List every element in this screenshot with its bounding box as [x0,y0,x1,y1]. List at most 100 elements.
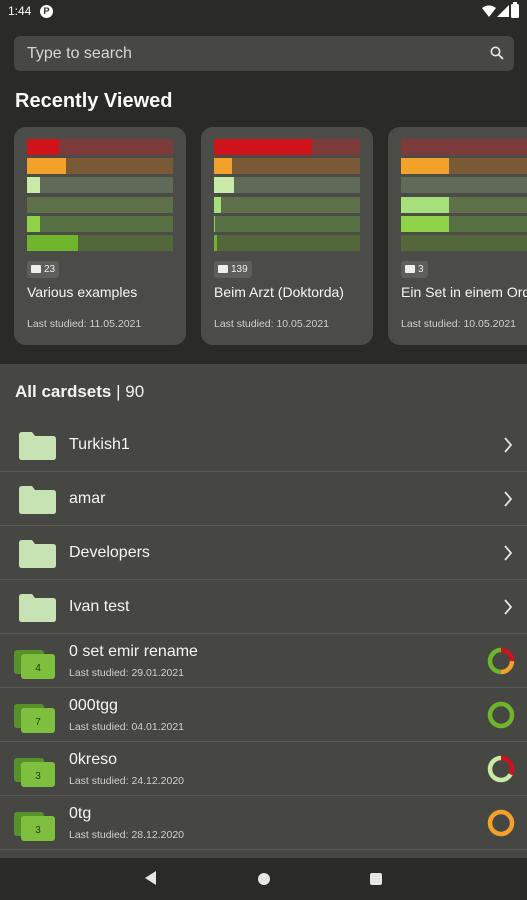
level-bar-track [312,139,360,155]
recent-card[interactable]: 23 Various examples Last studied: 11.05.… [14,127,186,345]
progress-ring-icon [487,701,515,729]
level-bar-fill [214,196,221,213]
folder-row[interactable]: Developers [0,526,527,580]
back-icon[interactable] [145,871,157,885]
folder-name: Ivan test [69,598,130,615]
card-count-badge: 23 [27,261,60,278]
folder-icon [19,594,56,622]
cards-icon [31,265,41,273]
ring-segment [487,701,515,729]
level-bar [214,235,360,251]
level-bar [214,215,360,232]
level-bar [401,139,527,155]
cardset-count: 3 [35,825,41,836]
cardset-date: Last studied: 29.01.2021 [69,667,185,679]
level-bar-track [40,177,173,194]
cardset-date: Last studied: 04.01.2021 [69,721,185,733]
ring-segment [487,809,515,837]
recent-card[interactable]: 3 Ein Set in einem Ordner Last studied: … [388,127,527,345]
level-bar-track [449,196,527,213]
level-bar-track [401,139,527,155]
level-bar [401,235,527,251]
cardset-count: 4 [35,663,41,674]
card-count: 23 [44,264,56,275]
folder-row[interactable]: amar [0,472,527,526]
progress-ring-icon [487,809,515,837]
level-bar [401,215,527,232]
level-bar [27,158,173,175]
recent-card-date: Last studied: 11.05.2021 [27,318,142,330]
level-bar-fill [401,215,449,232]
level-bar-track [66,158,173,175]
level-bar [27,139,173,155]
recents-icon[interactable] [370,873,382,885]
cards-icon [405,265,415,273]
level-bar-fill [214,139,312,155]
cardset-icon: 3 [14,812,55,841]
level-bar-track [449,215,527,232]
cardset-count: 7 [35,717,41,728]
card-count: 139 [231,264,248,275]
folder-row[interactable]: Ivan test [0,580,527,634]
card-count: 3 [418,264,424,275]
folder-icon [19,486,56,514]
level-bar [401,196,527,213]
level-bar [27,196,173,213]
folder-name: Turkish1 [69,436,130,453]
cardset-row[interactable]: 7 000tgg Last studied: 04.01.2021 [0,688,527,742]
home-icon[interactable] [258,873,270,885]
cardset-row[interactable]: 4 0 set emir rename Last studied: 29.01.… [0,634,527,688]
level-bar [214,158,360,175]
level-bar-track [232,158,360,175]
chevron-right-icon [504,437,513,453]
level-bar-fill [214,177,234,194]
level-bar-fill [401,158,449,175]
level-bar-fill [27,215,40,232]
recent-card-title: Ein Set in einem Ordner [401,284,527,300]
folder-row[interactable]: Turkish1 [0,418,527,472]
cardset-icon: 4 [14,650,55,679]
folder-name: Developers [69,544,150,561]
level-bar-track [401,235,527,251]
level-bar-fill [27,177,40,194]
search-placeholder: Type to search [27,45,132,62]
chevron-right-icon [504,599,513,615]
search-icon[interactable] [490,46,504,60]
wifi-icon [482,5,496,17]
search-input[interactable]: Type to search [14,36,514,71]
all-cardsets-header: All cardsets | 90 [15,382,145,401]
cardset-row[interactable]: 3 0kreso Last studied: 24.12.2020 [0,742,527,796]
level-bar-track [449,158,527,175]
cards-icon [218,265,228,273]
cardset-name: 0tg [69,805,92,822]
level-bar-track [78,235,173,251]
level-bar-track [27,196,173,213]
level-bar-fill [27,139,59,155]
cardset-row[interactable]: 3 0tg Last studied: 28.12.2020 [0,796,527,850]
card-count-badge: 3 [401,261,428,278]
level-bar [214,177,360,194]
level-bar [214,196,360,213]
cardset-icon: 3 [14,758,55,787]
recent-card-date: Last studied: 10.05.2021 [401,318,517,330]
recent-card[interactable]: 139 Beim Arzt (Doktorda) Last studied: 1… [201,127,373,345]
navigation-bar [0,858,527,900]
folder-icon [19,540,56,568]
level-bar [27,215,173,232]
recently-viewed-title: Recently Viewed [15,90,173,112]
recent-card-date: Last studied: 10.05.2021 [214,318,330,330]
level-bar-track [401,177,527,194]
chevron-right-icon [504,491,513,507]
level-bar-fill [27,158,66,175]
status-time: 1:44 [8,4,32,18]
card-count-badge: 139 [214,261,252,278]
progress-ring-icon [487,755,515,783]
level-bar-track [221,196,360,213]
cardset-count: 3 [35,771,41,782]
level-bar [401,158,527,175]
level-bar [27,235,173,251]
recent-card-title: Various examples [27,284,138,300]
folder-name: amar [69,490,106,507]
chevron-right-icon [504,545,513,561]
level-bar [401,177,527,194]
